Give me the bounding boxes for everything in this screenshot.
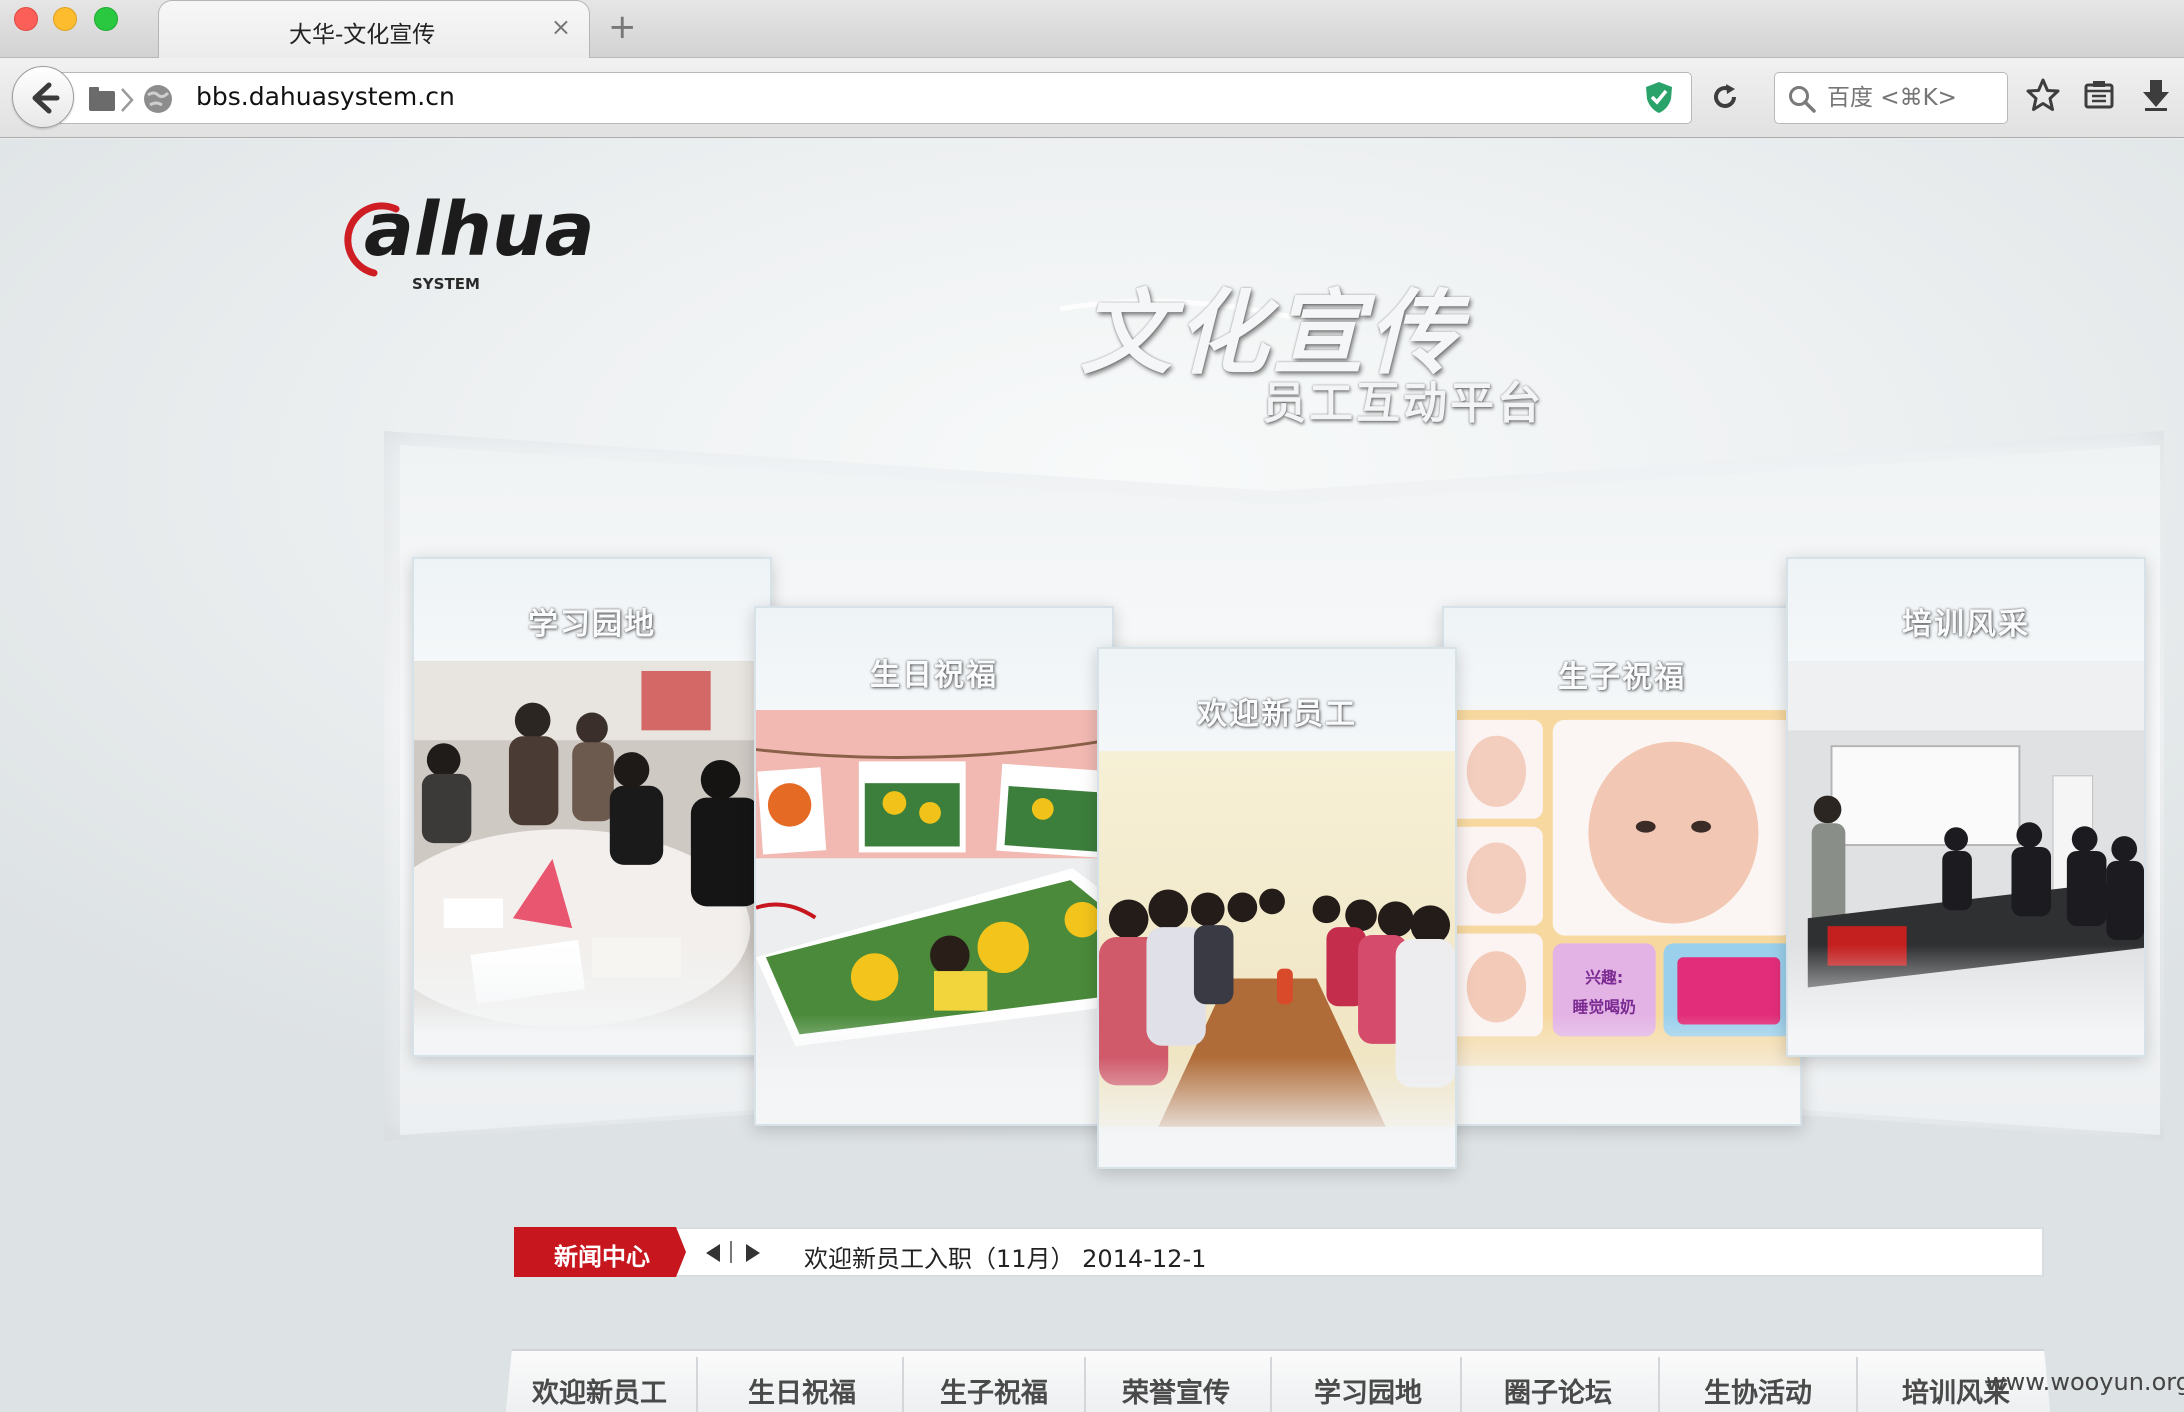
- search-box[interactable]: [1774, 72, 2008, 124]
- card-fade: [414, 945, 770, 1055]
- window-maximize-button[interactable]: [94, 7, 118, 31]
- news-separator: [730, 1241, 732, 1263]
- nav-birthday-wishes[interactable]: 生日祝福: [748, 1371, 856, 1410]
- dahua-logo[interactable]: alhua SYSTEM: [344, 175, 604, 295]
- nav-circle-forum[interactable]: 圈子论坛: [1504, 1371, 1612, 1410]
- card-label: 欢迎新员工: [1197, 697, 1357, 732]
- nav-association-activities[interactable]: 生协活动: [1704, 1371, 1812, 1410]
- nav-divider: [1084, 1357, 1086, 1412]
- search-input[interactable]: [1827, 73, 2003, 123]
- logo-system: SYSTEM: [412, 275, 480, 293]
- search-icon: [1789, 86, 1816, 113]
- reading-list-icon[interactable]: [2084, 80, 2114, 110]
- card-baby-wishes[interactable]: 生子祝福 兴趣: 睡觉喝奶: [1442, 606, 1802, 1126]
- nav-baby-wishes[interactable]: 生子祝福: [940, 1371, 1048, 1410]
- card-label: 学习园地: [528, 607, 656, 642]
- card-fade: [1099, 1057, 1455, 1167]
- news-prev-icon[interactable]: [704, 1242, 722, 1264]
- card-birthday-wishes[interactable]: 生日祝福: [754, 606, 1114, 1126]
- browser-tab[interactable]: 大华-文化宣传 ×: [158, 0, 590, 59]
- card-fade: [1444, 1014, 1800, 1124]
- card-label: 培训风采: [1902, 607, 2030, 642]
- tab-title: 大华-文化宣传: [289, 22, 436, 48]
- card-training-highlights[interactable]: 培训风采: [1786, 557, 2146, 1057]
- navigation-toolbar: bbs.dahuasystem.cn: [0, 58, 2184, 138]
- news-ticker: 新闻中心 欢迎新员工入职（11月） 2014-12-1: [514, 1227, 2044, 1277]
- nav-welcome-new-staff[interactable]: 欢迎新员工: [532, 1371, 667, 1410]
- logo-wordmark: alhua: [364, 187, 595, 273]
- tab-groups-icon[interactable]: [88, 86, 138, 114]
- nav-honor-publicity[interactable]: 荣誉宣传: [1122, 1371, 1230, 1410]
- security-shield-icon[interactable]: [1644, 80, 1674, 114]
- card-label: 生子祝福: [1558, 660, 1686, 695]
- news-center-label: 新闻中心: [554, 1243, 650, 1271]
- window-minimize-button[interactable]: [53, 7, 77, 31]
- hero-subtitle: 员工互动平台: [1262, 378, 1544, 429]
- new-tab-button[interactable]: +: [608, 10, 637, 44]
- back-arrow-icon: [32, 82, 60, 114]
- news-headline-link[interactable]: 欢迎新员工入职（11月） 2014-12-1: [804, 1239, 1206, 1274]
- nav-divider: [1270, 1357, 1272, 1412]
- download-icon[interactable]: [2140, 78, 2172, 112]
- baby-sign-line1: 兴趣:: [1585, 968, 1623, 987]
- site-identity-globe-icon[interactable]: [142, 83, 174, 115]
- tab-bar: 大华-文化宣传 × +: [0, 0, 2184, 59]
- page-content: alhua SYSTEM 文化宣传 员工互动平台 学习园地 生日祝福 欢迎新员工…: [0, 139, 2184, 1412]
- card-fade: [1788, 945, 2144, 1055]
- card-fade: [756, 1014, 1112, 1124]
- tab-close-icon[interactable]: ×: [551, 13, 571, 41]
- nav-divider: [696, 1357, 698, 1412]
- window-close-button[interactable]: [14, 7, 38, 31]
- reload-icon[interactable]: [1710, 82, 1740, 112]
- nav-divider: [1460, 1357, 1462, 1412]
- card-study-garden[interactable]: 学习园地: [412, 557, 772, 1057]
- nav-study-garden[interactable]: 学习园地: [1314, 1371, 1422, 1410]
- url-text[interactable]: bbs.dahuasystem.cn: [196, 82, 455, 111]
- nav-divider: [902, 1357, 904, 1412]
- news-next-icon[interactable]: [744, 1242, 762, 1264]
- news-center-tag[interactable]: 新闻中心: [514, 1227, 686, 1277]
- card-welcome-new-staff[interactable]: 欢迎新员工: [1097, 647, 1457, 1169]
- back-button[interactable]: [12, 66, 74, 128]
- nav-divider: [1658, 1357, 1660, 1412]
- watermark-text: www.wooyun.org: [1986, 1368, 2184, 1396]
- card-label: 生日祝福: [870, 658, 998, 693]
- nav-divider: [1856, 1357, 1858, 1412]
- bookmark-star-icon[interactable]: [2026, 78, 2060, 112]
- bottom-navigation: 欢迎新员工 生日祝福 生子祝福 荣誉宣传 学习园地 圈子论坛 生协活动 培训风采: [504, 1349, 2052, 1412]
